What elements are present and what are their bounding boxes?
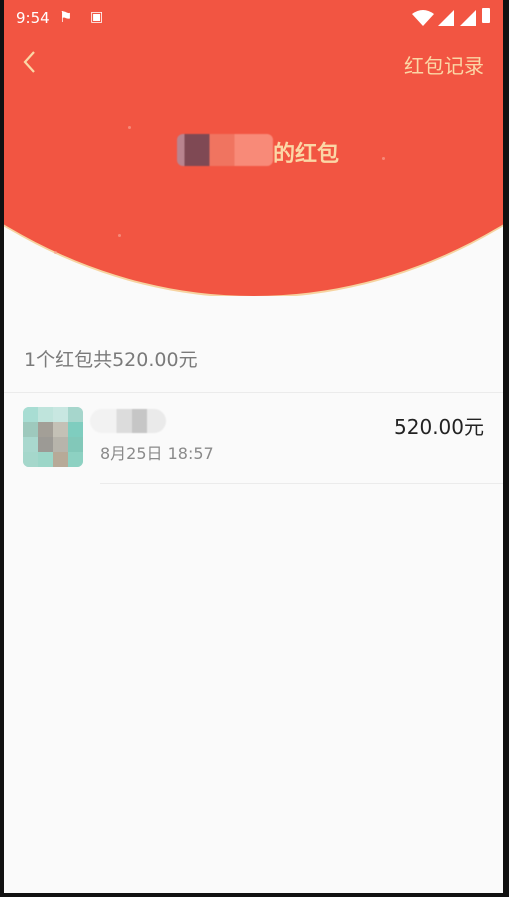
sim-card-icon: ▣ bbox=[90, 9, 104, 25]
red-packet-record-link[interactable]: 红包记录 bbox=[404, 50, 484, 79]
summary-text: 1个红包共520.00元 bbox=[24, 349, 198, 371]
signal-icon-2 bbox=[460, 10, 476, 30]
screen: 9:54 ⚑ ▣ 红包记录 的红包 1个红包共520.00元 8月25日 18:… bbox=[4, 0, 503, 893]
record-time: 8月25日 18:57 bbox=[100, 444, 214, 463]
chevron-left-icon bbox=[23, 51, 35, 73]
avatar bbox=[23, 407, 83, 467]
status-time: 9:54 bbox=[16, 9, 50, 27]
record-amount: 520.00元 bbox=[394, 415, 484, 439]
title-suffix: 的红包 bbox=[273, 142, 340, 167]
status-bar: 9:54 ⚑ ▣ bbox=[4, 0, 503, 36]
blurred-sender-name bbox=[177, 134, 273, 166]
record-row[interactable]: 8月25日 18:57 520.00元 bbox=[4, 393, 503, 483]
wifi-icon bbox=[412, 10, 434, 30]
notification-flag-icon: ⚑ bbox=[59, 8, 73, 26]
signal-icon bbox=[438, 10, 454, 30]
blurred-receiver-name bbox=[90, 409, 166, 433]
row-divider bbox=[100, 483, 503, 484]
back-button[interactable] bbox=[20, 49, 46, 75]
battery-icon bbox=[482, 8, 490, 23]
